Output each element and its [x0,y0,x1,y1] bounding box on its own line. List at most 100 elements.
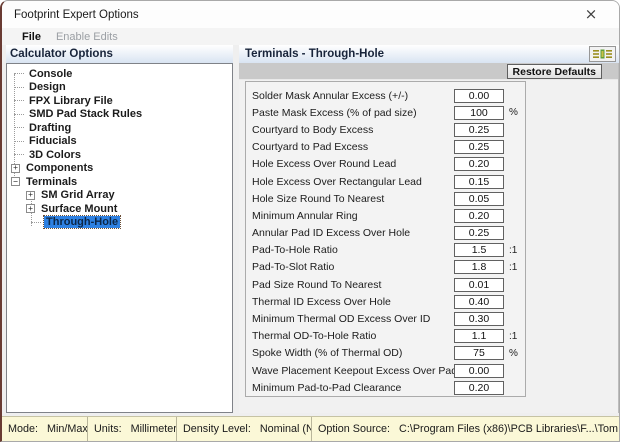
setting-input[interactable] [454,364,504,378]
status-field-label: Option Source: [318,423,390,435]
status-field: Mode: Min/Max [2,417,88,441]
close-icon[interactable]: × [575,3,607,25]
status-field: Units: Millimeters [88,417,177,441]
collapse-minus-icon[interactable]: − [11,177,20,186]
setting-input[interactable] [454,278,504,292]
setting-row: Courtyard to Pad Excess [246,139,525,156]
status-field-value: Millimeters [131,423,177,435]
setting-row: Pad-To-Hole Ratio:1 [246,242,525,259]
right-panel-title: Terminals - Through-Hole [245,48,384,60]
setting-input[interactable] [454,381,504,395]
status-field: Density Level:Nominal (N) [177,417,312,441]
setting-row: Hole Size Round To Nearest [246,190,525,207]
setting-input[interactable] [454,226,504,240]
setting-unit: % [504,348,522,359]
tree-item-terminals[interactable]: −Terminals [11,175,232,189]
setting-input[interactable] [454,140,504,154]
expand-plus-icon[interactable]: + [26,191,35,200]
setting-label: Solder Mask Annular Excess (+/-) [252,90,454,102]
setting-label: Minimum Thermal OD Excess Over ID [252,313,454,325]
menu-item-file[interactable]: File [22,31,41,43]
expand-plus-icon[interactable]: + [11,164,20,173]
setting-unit: :1 [504,245,522,256]
tree-item-label: 3D Colors [27,149,83,161]
setting-label: Wave Placement Keepout Excess Over Pad [252,365,454,377]
status-field-value: C:\Program Files (x86)\PCB Libraries\F..… [399,423,620,435]
setting-unit: % [504,107,522,118]
status-field-label: Units: [94,423,122,435]
tree-item-fiducials[interactable]: Fiducials [11,135,232,149]
menu-item-enable-edits[interactable]: Enable Edits [56,31,118,43]
setting-row: Minimum Annular Ring [246,207,525,224]
setting-label: Annular Pad ID Excess Over Hole [252,227,454,239]
setting-input[interactable] [454,209,504,223]
status-field-label: Density Level: [183,423,251,435]
menu-bar: File Enable Edits [2,28,619,45]
tree-item-label: Drafting [27,122,73,134]
setting-row: Annular Pad ID Excess Over Hole [246,225,525,242]
tree-item-console[interactable]: Console [11,67,232,81]
through-hole-settings-group: Solder Mask Annular Excess (+/-) Paste Ma… [245,81,526,397]
setting-label: Courtyard to Pad Excess [252,141,454,153]
setting-input[interactable] [454,89,504,103]
left-panel-header: Calculator Options [6,45,233,63]
tree-item-sm-grid-array[interactable]: + SM Grid Array [11,189,232,203]
tree-stub [14,87,24,88]
right-panel-header: Terminals - Through-Hole [239,45,619,63]
tree-item-surface-mount[interactable]: + Surface Mount [11,202,232,216]
tree-stub [14,141,24,142]
setting-label: Hole Excess Over Round Lead [252,158,454,170]
setting-input[interactable] [454,157,504,171]
setting-input[interactable] [454,243,504,257]
calculator-options-tree: ConsoleDesignFPX Library FileSMD Pad Sta… [6,63,233,413]
setting-row: Minimum Pad-to-Pad Clearance [246,379,525,396]
expand-plus-icon[interactable]: + [26,204,35,213]
tree-stub [14,73,24,74]
footprint-icon-button[interactable] [589,46,616,62]
setting-row: Minimum Thermal OD Excess Over ID [246,310,525,327]
tree-stub [31,222,41,223]
setting-input[interactable] [454,192,504,206]
tree-item-fpx-library-file[interactable]: FPX Library File [11,94,232,108]
setting-row: Thermal OD-To-Hole Ratio:1 [246,328,525,345]
tree-item-drafting[interactable]: Drafting [11,121,232,135]
tree-item-label: SMD Pad Stack Rules [27,108,144,120]
tree-item-label: Console [27,68,74,80]
tree-item-design[interactable]: Design [11,81,232,95]
setting-label: Hole Excess Over Rectangular Lead [252,176,454,188]
tree-item-components[interactable]: +Components [11,162,232,176]
tree-item-through-hole[interactable]: Through-Hole [11,216,232,230]
setting-input[interactable] [454,312,504,326]
setting-input[interactable] [454,260,504,274]
setting-label: Spoke Width (% of Thermal OD) [252,347,454,359]
window-title: Footprint Expert Options [2,9,139,21]
footprint-icon [592,48,613,60]
status-field-label: Mode: [8,423,38,435]
setting-row: Hole Excess Over Round Lead [246,156,525,173]
setting-label: Minimum Pad-to-Pad Clearance [252,382,454,394]
setting-row: Paste Mask Excess (% of pad size)% [246,104,525,121]
tree-item-smd-pad-stack-rules[interactable]: SMD Pad Stack Rules [11,108,232,122]
setting-input[interactable] [454,346,504,360]
tree-stub [14,154,24,155]
setting-input[interactable] [454,106,504,120]
setting-row: Pad Size Round To Nearest [246,276,525,293]
restore-defaults-button[interactable]: Restore Defaults [507,64,602,79]
setting-input[interactable] [454,329,504,343]
setting-label: Paste Mask Excess (% of pad size) [252,107,454,119]
title-bar: Footprint Expert Options × [2,1,619,28]
setting-row: Spoke Width (% of Thermal OD)% [246,345,525,362]
setting-input[interactable] [454,175,504,189]
tree-item-label: SM Grid Array [39,189,117,201]
tree-item-3d-colors[interactable]: 3D Colors [11,148,232,162]
setting-row: Solder Mask Annular Excess (+/-) [246,87,525,104]
setting-label: Pad-To-Slot Ratio [252,261,454,273]
setting-label: Pad Size Round To Nearest [252,279,454,291]
setting-row: Courtyard to Body Excess [246,121,525,138]
status-field-value: Min/Max [47,423,88,435]
setting-input[interactable] [454,295,504,309]
tree-item-label: Surface Mount [39,203,119,215]
tree-stub [14,100,24,101]
setting-input[interactable] [454,123,504,137]
setting-row: Pad-To-Slot Ratio:1 [246,259,525,276]
